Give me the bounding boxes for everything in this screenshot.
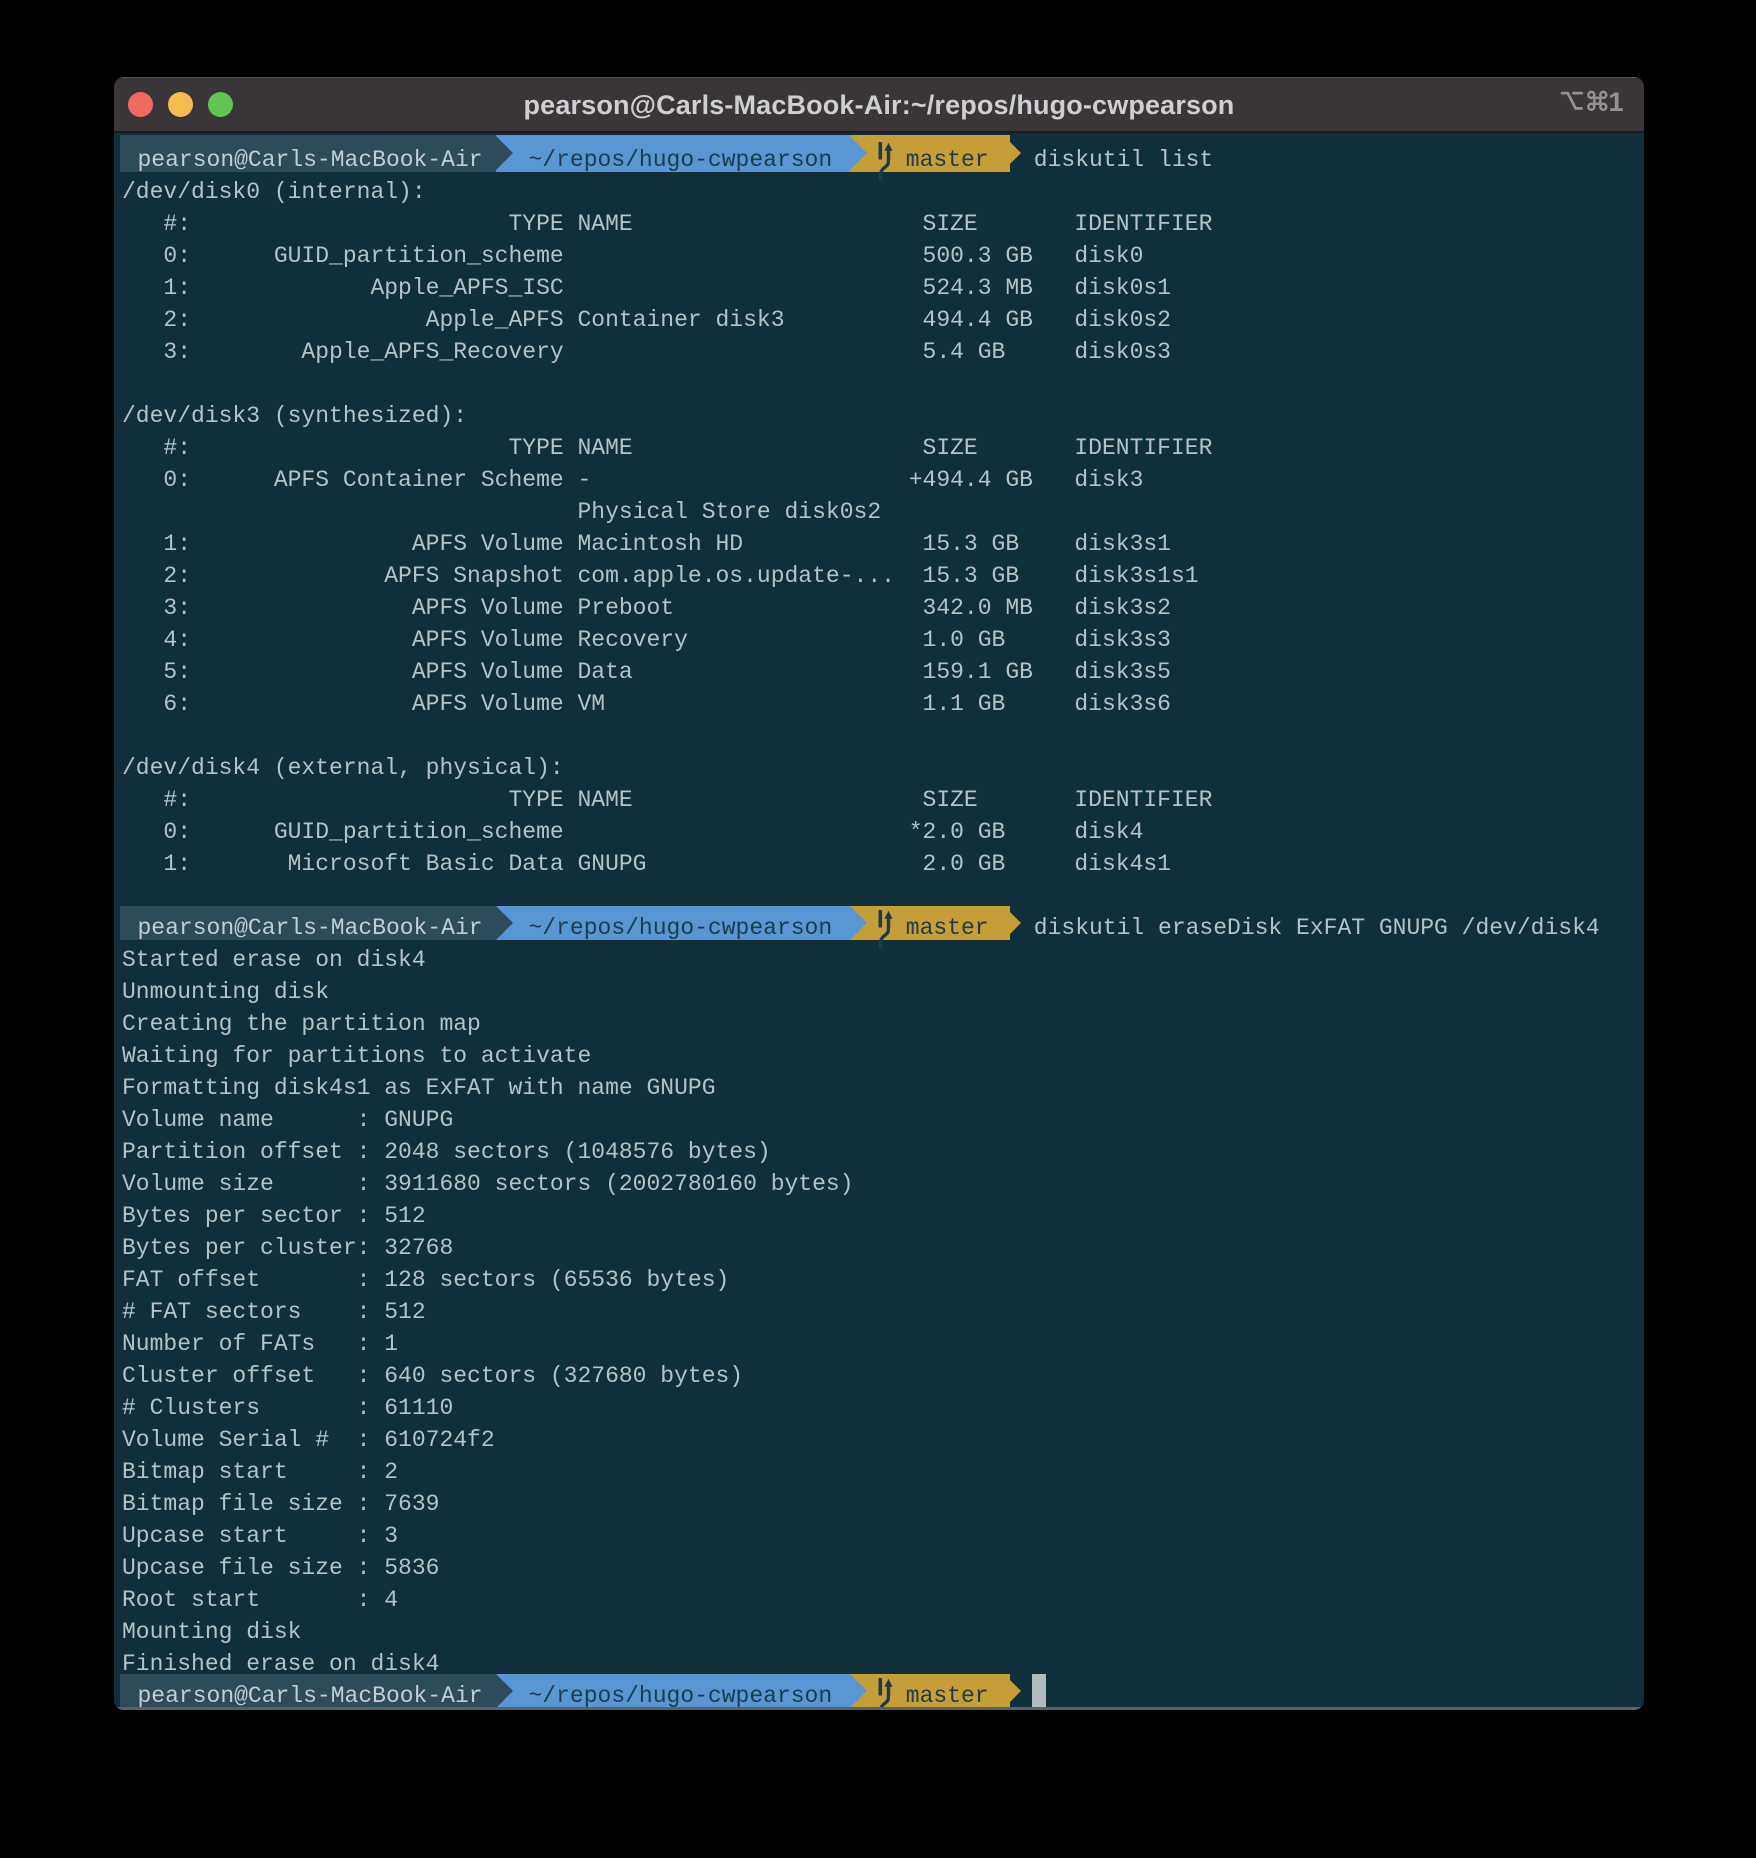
svg-text:1: 1 — [1609, 90, 1624, 117]
